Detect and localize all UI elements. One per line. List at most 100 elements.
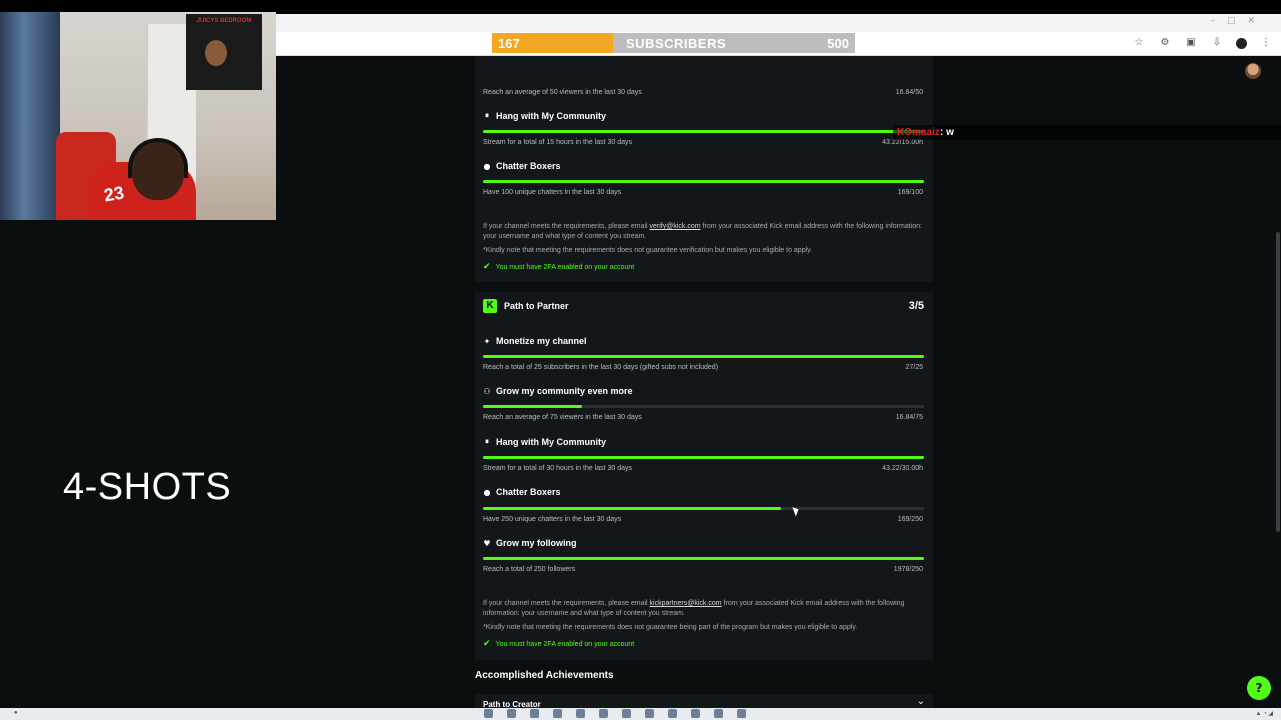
subscriber-goal-bar: 167 SUBSCRIBERS 500 [492,33,855,53]
bookmark-star-icon[interactable]: ☆ [1132,36,1146,50]
people-icon: ⚇ [483,386,491,396]
verify-item-hang-value: 43.22/15.00h [882,139,923,146]
partner-item-monetize-progress [483,355,924,358]
partner-item-following-desc: Reach a total of 250 followers [483,566,576,573]
partner-item-chatters-desc: Have 250 unique chatters in the last 30 … [483,516,622,523]
download-icon[interactable]: ⇩ [1210,36,1224,50]
partner-item-following-progress [483,557,924,560]
taskbar-app-icon[interactable] [691,709,700,718]
path-to-partner-header: K Path to Partner [483,299,569,313]
window-controls[interactable]: –▢✕ [1210,16,1267,26]
webcam-poster-face [205,40,227,66]
webcam-poster-text: JUICYS BEDROOM [196,18,252,24]
partner-item-hang-progress [483,456,924,459]
top-item-value: 16.84/50 [895,89,923,96]
chevron-down-icon[interactable]: ⌄ [917,696,925,707]
heart-icon: ♥ [483,538,491,548]
verify-disclaimer: *Kindly note that meeting the requiremen… [483,247,813,254]
verify-item-hang-label: Hang with My Community [496,111,606,121]
check-icon: ✔ [483,262,491,272]
partner-item-grow-title: ⚇ Grow my community even more [483,386,632,396]
partner-item-grow-value: 16.84/75 [895,414,923,421]
extensions-icon[interactable]: ⚙ [1158,36,1172,50]
chat-bubble-icon: ● [483,487,491,497]
partner-item-hang-value: 43.22/30.00h [882,465,923,472]
shots-overlay-label: 4-SHOTS [63,466,232,508]
progress-fill [483,507,782,510]
verify-item-hang-desc: Stream for a total of 15 hours in the la… [483,139,633,146]
verify-item-hang-title: ⏸ Hang with My Community [483,111,606,121]
verify-item-hang-progress [483,130,924,133]
page-scrollbar[interactable] [1276,232,1280,532]
taskbar-app-icon[interactable] [599,709,608,718]
chat-overlay-message: : w [940,127,954,138]
taskbar-app-icon[interactable] [576,709,585,718]
partner-2fa-text: You must have 2FA enabled on your accoun… [495,640,635,648]
hourglass-icon: ⏸ [485,111,489,120]
windows-start-icon[interactable] [484,709,493,718]
partner-item-grow-progress [483,405,924,408]
taskbar-app-icon[interactable] [714,709,723,718]
taskbar-app-icon[interactable] [668,709,677,718]
partner-item-monetize-label: Monetize my channel [496,336,587,346]
kick-logo-icon: K [483,299,497,313]
note-prefix: If your channel meets the requirements, … [483,223,650,230]
partner-item-grow-desc: Reach an average of 75 viewers in the la… [483,414,642,421]
partner-item-monetize-value: 27/25 [905,364,923,371]
progress-fill [483,180,924,183]
partner-disclaimer: *Kindly note that meeting the requiremen… [483,624,858,631]
taskbar-app-icon[interactable] [737,709,746,718]
user-avatar[interactable] [1245,63,1261,79]
partner-email-link[interactable]: kickpartners@kick.com [650,600,722,607]
achievement-path-to-creator[interactable]: Path to Creator ⌄ [475,694,933,709]
verify-email-note: If your channel meets the requirements, … [483,222,923,242]
taskbar-app-icon[interactable] [530,709,539,718]
taskbar-weather[interactable]: ● [14,710,18,716]
path-to-partner-count: 3/5 [908,300,924,312]
partner-item-hang-label: Hang with My Community [496,437,606,447]
browser-toolbar: ☆ ⚙ ▣ ⇩ ⋮ [1132,36,1273,50]
note-prefix: If your channel meets the requirements, … [483,600,650,607]
verify-2fa-requirement: ✔ You must have 2FA enabled on your acco… [483,262,634,272]
verify-email-link[interactable]: verify@kick.com [650,223,701,230]
partner-item-following-title: ♥ Grow my following [483,538,577,548]
progress-fill [483,355,924,358]
sidebar-icon[interactable]: ▣ [1184,36,1198,50]
screen: –▢✕ ☆ ⚙ ▣ ⇩ ⋮ 167 SUBSCRIBERS 500 Reach … [0,0,1281,720]
sparkle-icon: ✦ [483,336,491,346]
menu-kebab-icon[interactable]: ⋮ [1259,36,1273,50]
taskbar-app-icon[interactable] [645,709,654,718]
taskbar-app-icon[interactable] [622,709,631,718]
profile-icon[interactable] [1236,37,1247,49]
taskbar-tray[interactable]: ▲ ◔ ◢ [1255,710,1273,717]
chat-overlay-user: KOmaaiz [897,127,940,138]
progress-fill [483,456,924,459]
partner-email-note: If your channel meets the requirements, … [483,599,923,619]
progress-fill [483,557,924,560]
check-icon: ✔ [483,639,491,649]
streamer-webcam: JUICYS BEDROOM 23 [0,12,276,220]
partner-item-chatters-value: 169/250 [897,516,923,523]
verify-item-chatters-title: ● Chatter Boxers [483,161,561,171]
search-icon[interactable] [507,709,516,718]
hourglass-icon: ⏸ [485,437,489,446]
subscriber-goal-label: SUBSCRIBERS [626,36,727,51]
help-chat-button[interactable]: ? [1247,676,1271,700]
partner-item-following-label: Grow my following [496,538,577,548]
taskbar-app-icon[interactable] [553,709,562,718]
verify-2fa-text: You must have 2FA enabled on your accoun… [495,263,635,271]
accomplished-achievements-heading: Accomplished Achievements [475,670,614,681]
path-to-partner-title: Path to Partner [504,301,569,311]
partner-item-chatters-title: ● Chatter Boxers [483,487,561,497]
verify-item-chatters-value: 169/100 [897,189,923,196]
taskbar-apps [484,709,746,718]
verify-item-chatters-desc: Have 100 unique chatters in the last 30 … [483,189,622,196]
top-item-desc: Reach an average of 50 viewers in the la… [483,89,642,96]
partner-item-hang-title: ⏸ Hang with My Community [483,437,606,447]
partner-item-chatters-progress [483,507,924,510]
webcam-curtain [0,12,60,220]
progress-fill [483,405,583,408]
partner-item-monetize-desc: Reach a total of 25 subscribers in the l… [483,364,719,371]
partner-item-hang-desc: Stream for a total of 30 hours in the la… [483,465,633,472]
subscriber-goal-max: 500 [827,36,849,51]
